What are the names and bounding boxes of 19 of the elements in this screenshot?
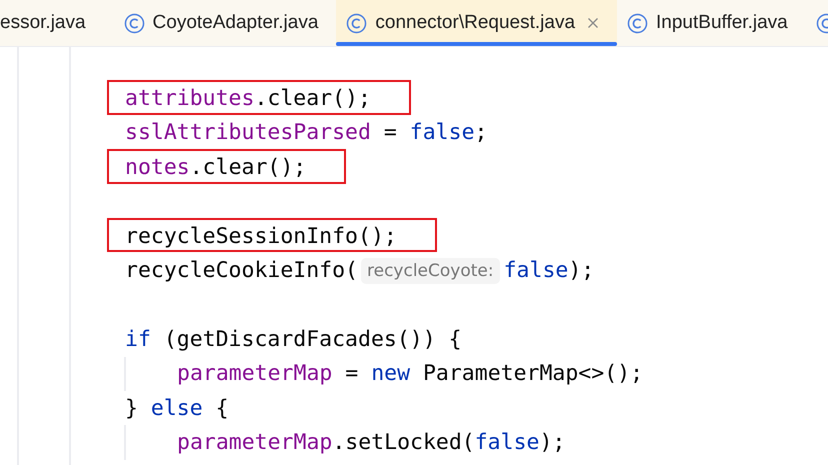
code-text: recycleSessionInfo();	[125, 224, 397, 249]
code-text: parameterMap = new ParameterMap<>();	[177, 361, 644, 386]
file-tab[interactable]: InputBuffer.java	[617, 0, 806, 46]
parameter-hint: recycleCoyote:	[361, 258, 500, 284]
code-text: sslAttributesParsed = false;	[125, 120, 488, 146]
code-text: notes.clear();	[125, 154, 306, 180]
class-icon	[124, 12, 145, 34]
code-text: false);	[504, 258, 594, 284]
close-icon[interactable]	[587, 17, 600, 29]
code-text: } else {	[125, 396, 229, 421]
code-text: recycleCookieInfo(	[125, 258, 358, 284]
file-tab[interactable]: connector\Request.java	[336, 0, 618, 46]
code-text: attributes.clear();	[125, 86, 371, 112]
class-icon	[346, 12, 368, 34]
class-icon	[627, 12, 648, 34]
file-tab[interactable]: essor.java	[0, 0, 114, 46]
code-text: parameterMap.setLocked(false);	[177, 430, 566, 455]
code-text: if (getDiscardFacades()) {	[125, 326, 462, 352]
file-tab[interactable]: CoyoteAdapter.java	[114, 0, 336, 46]
